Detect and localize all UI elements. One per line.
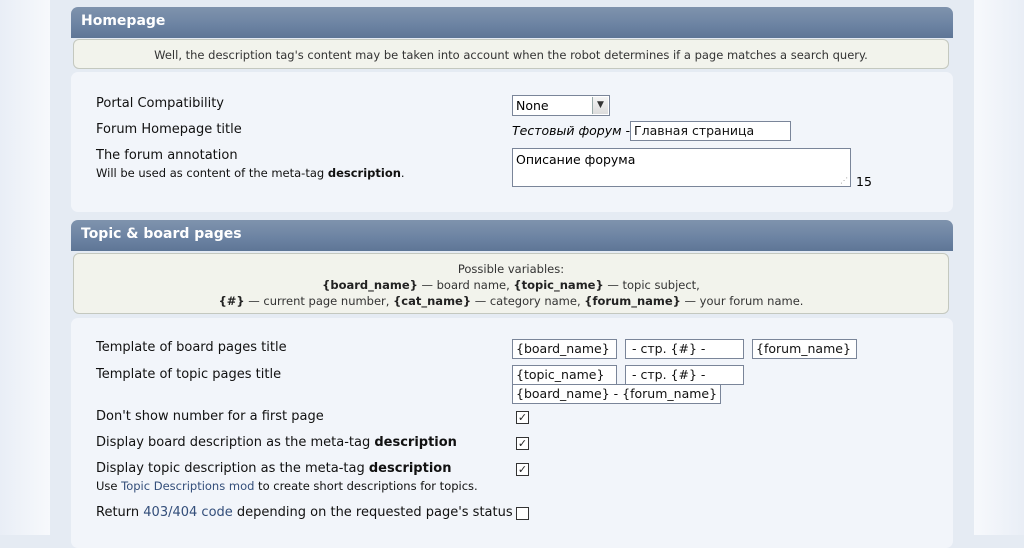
variables-line-2: {#} — current page number, {cat_name} — …: [218, 294, 804, 308]
home-title-input[interactable]: Главная страница: [630, 121, 791, 141]
board-tpl-input-2[interactable]: - стр. {#} -: [625, 339, 744, 359]
status-code-link[interactable]: 403/404 code: [143, 505, 233, 520]
first-page-checkbox[interactable]: ✓: [516, 411, 529, 424]
checkmark-icon: ✓: [517, 411, 528, 424]
chevron-down-icon[interactable]: ▼: [592, 97, 608, 114]
topics-title: Topic & board pages: [81, 226, 242, 242]
resize-grip-icon[interactable]: ⋰: [840, 176, 848, 185]
annotation-char-count: 15: [856, 174, 872, 189]
topic-descriptions-mod-link[interactable]: Topic Descriptions mod: [121, 479, 254, 493]
portal-compat-select[interactable]: None ▼: [512, 95, 610, 116]
topic-desc-label: Display topic description as the meta-ta…: [96, 461, 452, 476]
topic-desc-sublabel: Use Topic Descriptions mod to create sho…: [96, 479, 478, 493]
homepage-info-box: Well, the description tag's content may …: [73, 39, 949, 69]
variables-heading: Possible variables:: [457, 262, 565, 276]
annotation-textarea[interactable]: Описание форума ⋰: [512, 148, 851, 187]
variables-line-1: {board_name} — board name, {topic_name} …: [322, 278, 700, 292]
annotation-sublabel: Will be used as content of the meta-tag …: [96, 166, 405, 180]
right-background: [974, 0, 1024, 535]
portal-compat-value: None: [516, 98, 549, 113]
home-title-prefix: Тестовый форум -: [512, 123, 631, 138]
annotation-value: Описание форума: [516, 152, 636, 167]
portal-compat-label: Portal Compatibility: [96, 96, 224, 111]
board-template-label: Template of board pages title: [96, 340, 287, 355]
checkmark-icon: ✓: [517, 463, 528, 476]
topics-header: Topic & board pages: [71, 220, 953, 251]
status-code-label: Return 403/404 code depending on the req…: [96, 505, 513, 520]
topic-tpl-input-3[interactable]: {board_name} - {forum_name}: [512, 384, 721, 404]
homepage-header: Homepage: [71, 7, 953, 38]
homepage-title: Homepage: [81, 13, 166, 29]
status-code-checkbox[interactable]: [516, 507, 529, 520]
topic-desc-checkbox[interactable]: ✓: [516, 463, 529, 476]
checkmark-icon: ✓: [517, 437, 528, 450]
topic-template-label: Template of topic pages title: [96, 367, 282, 382]
board-tpl-input-1[interactable]: {board_name}: [512, 339, 617, 359]
annotation-label: The forum annotation: [96, 148, 238, 163]
topics-info-box: Possible variables: {board_name} — board…: [73, 253, 949, 314]
board-desc-label: Display board description as the meta-ta…: [96, 435, 457, 450]
first-page-label: Don't show number for a first page: [96, 409, 324, 424]
topic-tpl-input-2[interactable]: - стр. {#} -: [625, 365, 744, 385]
board-tpl-input-3[interactable]: {forum_name}: [752, 339, 857, 359]
left-background: [0, 0, 50, 535]
homepage-panel: Portal Compatibility Forum Homepage titl…: [71, 72, 953, 212]
board-desc-checkbox[interactable]: ✓: [516, 437, 529, 450]
topic-tpl-input-1[interactable]: {topic_name}: [512, 365, 617, 385]
homepage-info-text: Well, the description tag's content may …: [154, 48, 868, 62]
home-title-label: Forum Homepage title: [96, 122, 242, 137]
